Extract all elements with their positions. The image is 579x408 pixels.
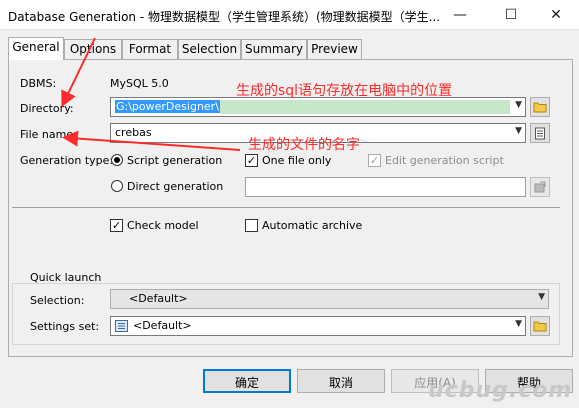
- filename-arrow: [62, 130, 241, 151]
- directory-annotation: 生成的sql语句存放在电脑中的位置: [236, 83, 453, 99]
- filename-annotation: 生成的文件的名字: [248, 137, 360, 153]
- watermark: ucbug.com: [428, 378, 573, 403]
- directory-arrow: [61, 37, 96, 108]
- annotation-arrows: [61, 37, 241, 151]
- tab-general[interactable]: General: [8, 37, 64, 60]
